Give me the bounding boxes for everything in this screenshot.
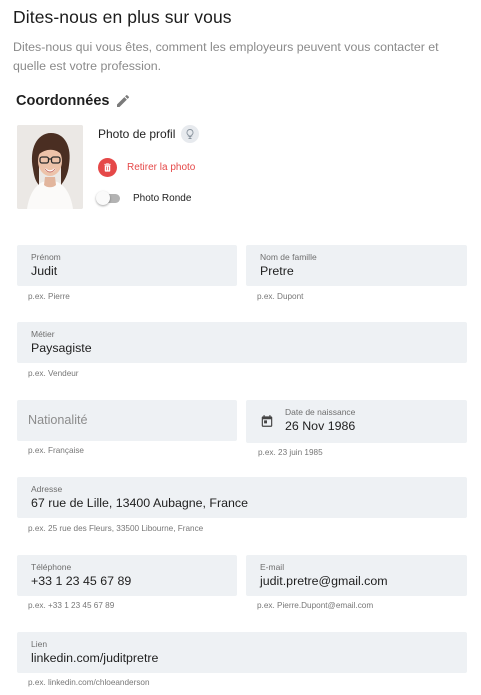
address-label: Adresse xyxy=(31,484,63,494)
page-title: Dites-nous en plus sur vous xyxy=(13,7,232,27)
section-header: Coordonnées xyxy=(16,93,131,109)
calendar-icon xyxy=(260,414,274,428)
address-field[interactable]: Adresse 67 rue de Lille, 13400 Aubagne, … xyxy=(17,477,467,518)
first-name-value: Judit xyxy=(31,264,58,278)
last-name-label: Nom de famille xyxy=(260,252,317,262)
phone-label: Téléphone xyxy=(31,562,72,572)
pencil-icon[interactable] xyxy=(115,93,131,109)
email-value: judit.pretre@gmail.com xyxy=(260,574,388,588)
first-name-field[interactable]: Prénom Judit xyxy=(17,245,237,286)
phone-field[interactable]: Téléphone +33 1 23 45 67 89 xyxy=(17,555,237,596)
profile-photo-row: Photo de profil xyxy=(98,125,200,143)
link-value: linkedin.com/juditpretre xyxy=(31,651,159,665)
profile-photo-label: Photo de profil xyxy=(98,127,176,141)
remove-photo-label: Retirer la photo xyxy=(127,162,196,173)
email-label: E-mail xyxy=(260,562,285,572)
email-hint: p.ex. Pierre.Dupont@email.com xyxy=(257,601,374,610)
first-name-hint: p.ex. Pierre xyxy=(28,292,70,301)
nationality-placeholder: Nationalité xyxy=(28,413,88,427)
birth-date-value: 26 Nov 1986 xyxy=(285,419,356,433)
link-field[interactable]: Lien linkedin.com/juditpretre xyxy=(17,632,467,673)
link-hint: p.ex. linkedin.com/chloeanderson xyxy=(28,678,150,687)
round-photo-row: Photo Ronde xyxy=(96,191,191,205)
birth-date-field[interactable]: Date de naissance 26 Nov 1986 xyxy=(246,400,467,443)
nationality-field[interactable]: Nationalité xyxy=(17,400,237,441)
link-label: Lien xyxy=(31,639,48,649)
round-photo-toggle[interactable] xyxy=(96,191,122,205)
remove-photo-button[interactable]: Retirer la photo xyxy=(98,158,195,177)
first-name-label: Prénom xyxy=(31,252,61,262)
last-name-value: Pretre xyxy=(260,264,294,278)
job-title-label: Métier xyxy=(31,329,55,339)
lightbulb-icon[interactable] xyxy=(181,125,200,143)
toggle-knob xyxy=(96,191,110,205)
email-field[interactable]: E-mail judit.pretre@gmail.com xyxy=(246,555,467,596)
job-title-field[interactable]: Métier Paysagiste xyxy=(17,322,467,363)
last-name-field[interactable]: Nom de famille Pretre xyxy=(246,245,467,286)
job-title-hint: p.ex. Vendeur xyxy=(28,369,79,378)
address-value: 67 rue de Lille, 13400 Aubagne, France xyxy=(31,496,248,510)
job-title-value: Paysagiste xyxy=(31,341,92,355)
page-subtitle: Dites-nous qui vous êtes, comment les em… xyxy=(13,40,439,73)
trash-icon xyxy=(98,158,117,177)
phone-hint: p.ex. +33 1 23 45 67 89 xyxy=(28,601,115,610)
round-photo-label: Photo Ronde xyxy=(133,192,192,204)
section-title: Coordonnées xyxy=(16,93,110,109)
phone-value: +33 1 23 45 67 89 xyxy=(31,574,132,588)
last-name-hint: p.ex. Dupont xyxy=(257,292,304,301)
birth-date-label: Date de naissance xyxy=(285,407,356,417)
birth-date-hint: p.ex. 23 juin 1985 xyxy=(258,448,323,457)
avatar[interactable] xyxy=(17,125,83,209)
address-hint: p.ex. 25 rue des Fleurs, 33500 Libourne,… xyxy=(28,524,204,533)
nationality-hint: p.ex. Française xyxy=(28,446,84,455)
